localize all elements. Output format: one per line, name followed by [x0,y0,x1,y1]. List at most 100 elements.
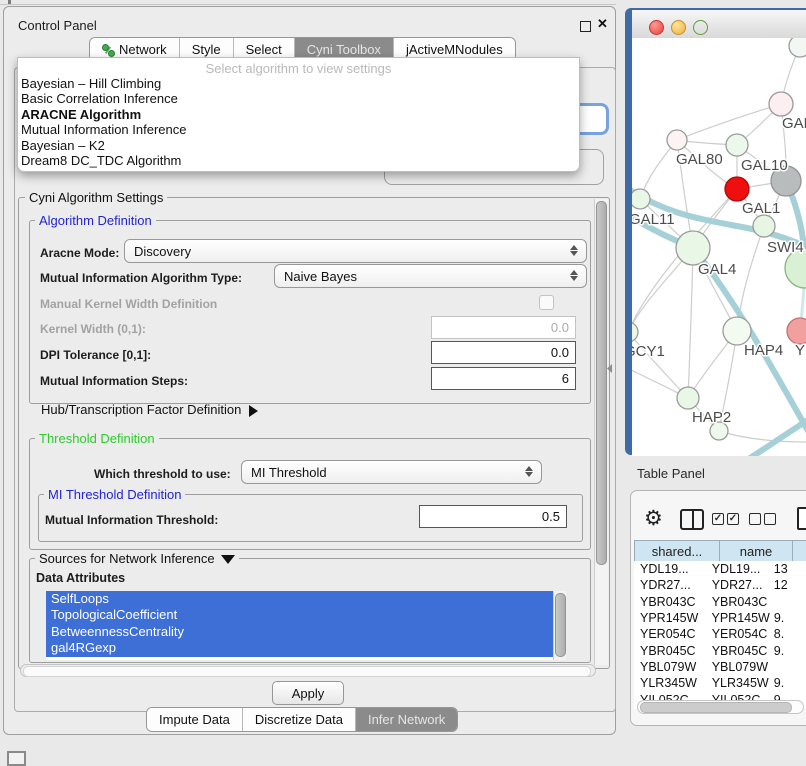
gear-icon[interactable]: ⚙ [644,506,663,531]
algorithm-option[interactable]: Bayesian – Hill Climbing [18,76,579,91]
top-divider [0,4,616,5]
table-horizontal-scrollbar[interactable] [637,700,804,714]
aracne-mode-combobox[interactable]: Discovery [124,239,587,263]
mi-threshold-group: MI Threshold Definition Mutual Informati… [38,494,583,542]
cyni-algorithm-settings-group: Cyni Algorithm Settings Algorithm Defini… [18,197,610,669]
network-icon [102,44,114,56]
table-row[interactable]: YDR27...YDR27...12 [634,577,806,593]
minimized-panel-icon[interactable] [7,751,26,766]
algorithm-option[interactable]: Bayesian – K2 [18,138,579,153]
network-window-titlebar[interactable] [632,10,806,39]
cell: YPR145W [708,611,770,625]
deselect-checkbox-icon[interactable] [749,513,761,525]
cell: YBR045C [634,644,708,658]
mi-type-label: Mutual Information Algorithm Type: [40,271,242,285]
network-graph: GAL GAL80 GAL10 GAL1 GAL11 SWI4 GAL4 GCY… [632,38,806,456]
table-row[interactable]: YBL079WYBL079W [634,659,806,675]
manual-kernel-checkbox[interactable] [539,295,554,310]
kernel-width-value: 0.0 [551,320,569,335]
export-table-icon[interactable] [797,507,806,530]
cell: 9. [770,676,806,690]
cell: YDR27... [634,578,708,592]
node-label: GCY1 [632,343,665,360]
sources-title: Sources for Network Inference [39,551,215,566]
tab-impute-data-label: Impute Data [159,712,230,727]
table-row[interactable]: YLR345WYLR345W9. [634,675,806,691]
select-all-checkbox-icon[interactable]: ✓ [727,513,739,525]
algorithm-option[interactable]: Mutual Information Inference [18,122,579,137]
table-body[interactable]: YDL19...YDL19...13 YDR27...YDR27...12 YB… [634,561,806,709]
node-label: GAL80 [676,151,723,168]
list-item[interactable]: BetweennessCentrality [46,624,566,640]
node-label: HAP2 [692,409,731,426]
which-threshold-value: MI Threshold [251,465,327,480]
table-row[interactable]: YBR043CYBR043C [634,594,806,610]
algorithm-option[interactable]: Basic Correlation Inference [18,91,579,106]
deselect-checkbox-icon[interactable] [764,513,776,525]
cell: YBL079W [708,660,770,674]
cell: YBR043C [634,595,708,609]
scrollbar-thumb[interactable] [640,702,792,713]
column-header-cut[interactable]: A [792,540,806,562]
list-item[interactable]: TopologicalCoefficient [46,607,566,623]
tab-jactivemnodules-label: jActiveMNodules [406,42,503,57]
mi-steps-input[interactable]: 6 [431,367,576,390]
settings-vertical-scrollbar[interactable] [594,199,608,665]
node-label: GAL [782,115,806,132]
columns-icon[interactable] [680,509,704,530]
table-row[interactable]: YER054CYER054C8. [634,626,806,642]
sources-title-row[interactable]: Sources for Network Inference [35,551,239,566]
which-threshold-combobox[interactable]: MI Threshold [241,460,542,484]
dpi-tolerance-label: DPI Tolerance [0,1]: [40,348,151,362]
data-attributes-list[interactable]: SelfLoops TopologicalCoefficient Between… [46,591,566,660]
cell: YLR345W [634,676,708,690]
list-vertical-scrollbar[interactable] [553,591,566,660]
tab-infer-network-label: Infer Network [368,712,445,727]
aracne-mode-value: Discovery [134,244,191,259]
apply-button[interactable]: Apply [272,681,344,705]
combo-stepper-icon [525,465,533,478]
algorithm-option[interactable]: Dream8 DC_TDC Algorithm [18,153,579,168]
select-all-checkbox-icon[interactable]: ✓ [712,513,724,525]
table-row[interactable]: YPR145WYPR145W9. [634,610,806,626]
algorithm-dropdown-popup: Select algorithm to view settings Bayesi… [17,57,580,172]
close-panel-icon[interactable]: ✕ [597,16,608,32]
close-traffic-light-icon[interactable] [649,20,664,35]
cell: YER054C [634,627,708,641]
tab-infer-network[interactable]: Infer Network [356,708,457,731]
mi-threshold-group-title: MI Threshold Definition [44,487,185,502]
column-header-shared-name[interactable]: shared... [634,540,719,562]
scrollbar-thumb[interactable] [596,201,607,565]
table-header: shared... name A [634,540,806,562]
table-row[interactable]: YDL19...YDL19...13 [634,561,806,577]
scrollbar-thumb[interactable] [23,666,591,677]
cell: 8. [770,627,806,641]
mi-threshold-input[interactable]: 0.5 [419,505,567,528]
zoom-traffic-light-icon[interactable] [693,20,708,35]
mi-type-value: Naive Bayes [284,269,357,284]
list-item[interactable]: SelfLoops [46,591,566,607]
algorithm-definition-group: Algorithm Definition Aracne Mode: Discov… [29,220,591,404]
apply-button-label: Apply [292,686,325,701]
cell: YLR345W [708,676,770,690]
minimize-traffic-light-icon[interactable] [671,20,686,35]
algorithm-option-selected[interactable]: ARACNE Algorithm [18,107,579,122]
settings-horizontal-scrollbar[interactable] [20,664,596,677]
list-item[interactable]: gal4RGexp [46,640,566,656]
dpi-tolerance-input[interactable]: 0.0 [431,341,576,364]
mi-type-combobox[interactable]: Naive Bayes [274,264,587,288]
tab-select-label: Select [246,42,282,57]
hub-definition-toggle[interactable]: Hub/Transcription Factor Definition [41,402,258,417]
kernel-width-input[interactable]: 0.0 [431,316,576,339]
column-header-name[interactable]: name [719,540,792,562]
scrollbar-thumb[interactable] [555,593,566,657]
node-label: HAP4 [744,342,783,359]
dpi-tolerance-value: 0.0 [551,345,569,360]
cell: YDL19... [708,562,770,576]
tab-discretize-data[interactable]: Discretize Data [243,708,356,731]
tab-impute-data[interactable]: Impute Data [147,708,243,731]
table-row[interactable]: YBR045CYBR045C9. [634,642,806,658]
float-panel-icon[interactable] [580,21,591,32]
network-canvas[interactable]: GAL GAL80 GAL10 GAL1 GAL11 SWI4 GAL4 GCY… [632,38,806,456]
node-label: SWI4 [767,239,804,256]
